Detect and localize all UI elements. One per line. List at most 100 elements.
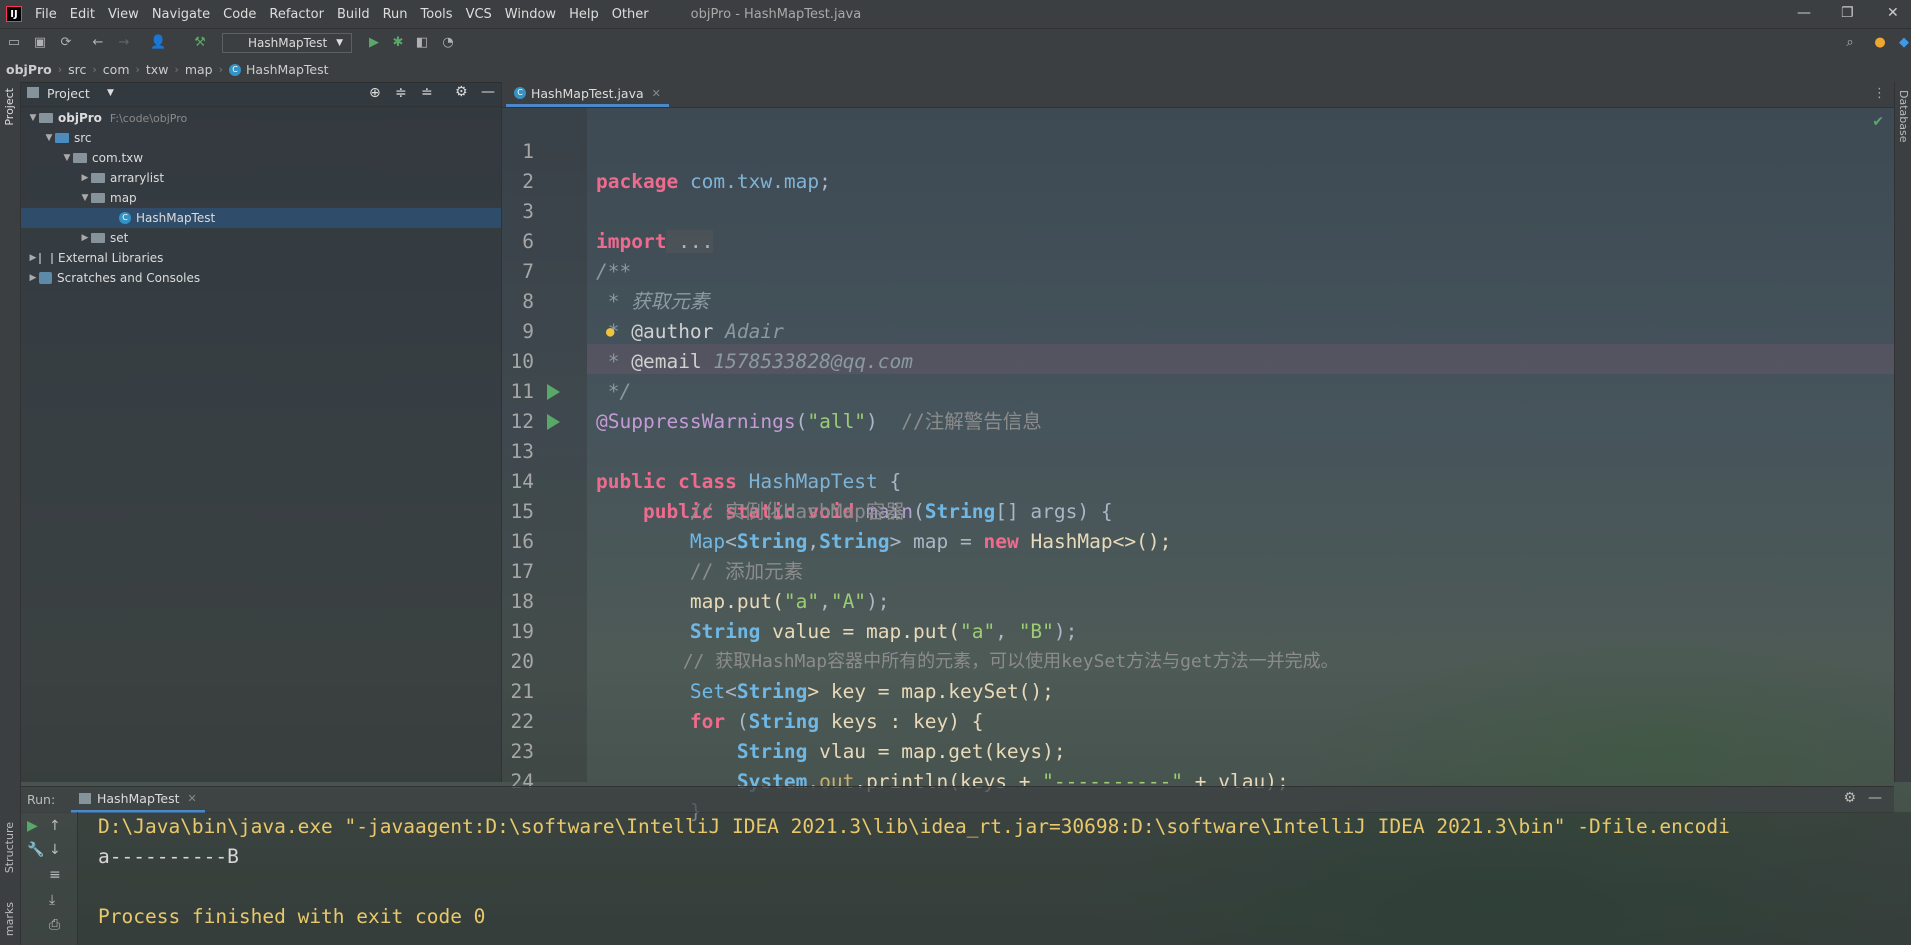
hide-panel-icon[interactable]: — — [1868, 790, 1882, 806]
run-config-icon — [79, 793, 91, 804]
gear-icon[interactable]: ⚙ — [455, 84, 468, 100]
run-configuration-select[interactable]: HashMapTest ▼ — [222, 33, 352, 53]
expand-all-icon[interactable]: ≑ — [395, 85, 407, 101]
back-icon[interactable]: ← — [90, 35, 106, 51]
tree-item-scratches[interactable]: ▶ Scratches and Consoles — [27, 268, 201, 288]
menu-file[interactable]: File — [35, 7, 57, 22]
database-tool-button[interactable]: Database — [1897, 90, 1910, 143]
tree-item-objpro[interactable]: ▼ objPro F:\code\objPro — [27, 108, 188, 128]
breadcrumb-com[interactable]: com — [97, 62, 136, 77]
structure-tool-button[interactable]: Structure — [3, 822, 16, 873]
restore-icon[interactable]: ❐ — [1841, 5, 1854, 21]
menu-view[interactable]: View — [108, 7, 139, 22]
debug-icon[interactable]: ✱ — [390, 35, 406, 51]
tree-item-external-libraries[interactable]: ▶ External Libraries — [27, 248, 164, 268]
tab-label: HashMapTest.java — [531, 85, 644, 101]
breadcrumb-map[interactable]: map — [179, 62, 219, 77]
menu-bar: IJ File Edit View Navigate Code Refactor… — [0, 0, 1911, 28]
wrench-icon[interactable]: 🔧 — [27, 842, 44, 858]
project-tool-button[interactable]: Project — [3, 88, 16, 126]
code-line: 19 // 获取HashMap容器中所有的元素，可以使用keySet方法与get… — [502, 587, 1894, 672]
run-gutter-icon[interactable] — [547, 414, 560, 430]
chevron-down-icon: ▼ — [81, 193, 89, 203]
chevron-right-icon: ▶ — [81, 233, 89, 243]
rerun-icon[interactable]: ▶ — [27, 818, 38, 834]
right-tool-stripe: Database — [1894, 82, 1911, 782]
coverage-icon[interactable]: ◧ — [414, 35, 430, 51]
breadcrumb-src[interactable]: src — [62, 62, 92, 77]
locate-icon[interactable]: ⊕ — [369, 85, 381, 101]
menu-refactor[interactable]: Refactor — [269, 7, 324, 22]
menu-other[interactable]: Other — [612, 7, 649, 22]
java-class-icon: C — [229, 63, 242, 76]
chevron-down-icon[interactable]: ▼ — [107, 88, 114, 98]
window-title: objPro - HashMapTest.java — [690, 6, 862, 22]
close-tab-icon[interactable]: ✕ — [652, 87, 661, 100]
soft-wrap-icon[interactable]: ≡ — [49, 867, 61, 883]
breadcrumb: objPro › src › com › txw › map › C HashMapTest — [0, 57, 1911, 83]
search-icon[interactable]: ⌕ — [1842, 35, 1858, 51]
source-folder-icon — [55, 133, 69, 143]
scratches-icon — [39, 272, 52, 284]
module-folder-icon — [39, 113, 53, 123]
plugin-icon[interactable]: ◆ — [1896, 35, 1911, 51]
code-editor[interactable]: C HashMapTest.java ✕ ⋮ ✔ 1 package com.t… — [502, 82, 1894, 823]
more-tabs-icon[interactable]: ⋮ — [1873, 86, 1886, 101]
user-icon[interactable]: 👤 — [150, 35, 166, 51]
run-icon[interactable]: ▶ — [366, 35, 382, 51]
collapse-all-icon[interactable]: ≐ — [421, 85, 433, 101]
profile-icon[interactable]: ◔ — [440, 35, 456, 51]
arrow-up-icon[interactable]: ↑ — [49, 818, 61, 834]
tree-item-map[interactable]: ▼ map — [79, 188, 137, 208]
code-line: 21 for (String keys : key) { — [502, 647, 1894, 733]
tree-item-label: HashMapTest — [136, 211, 216, 225]
menu-window[interactable]: Window — [505, 7, 556, 22]
close-tab-icon[interactable]: ✕ — [188, 792, 197, 805]
build-hammer-icon[interactable]: ⚒ — [192, 35, 208, 51]
menu-run[interactable]: Run — [383, 7, 408, 22]
breadcrumb-txw[interactable]: txw — [140, 62, 175, 77]
scroll-to-end-icon[interactable]: ⤓ — [49, 892, 55, 908]
menu-build[interactable]: Build — [337, 7, 370, 22]
open-folder-icon[interactable]: ▭ — [6, 35, 22, 51]
minimize-icon[interactable]: — — [1797, 5, 1811, 21]
gear-icon[interactable]: ⚙ — [1843, 790, 1856, 806]
menu-help[interactable]: Help — [569, 7, 599, 22]
arrow-down-icon[interactable]: ↓ — [49, 842, 61, 858]
editor-tab-hashmaptest[interactable]: C HashMapTest.java ✕ — [506, 82, 669, 107]
tree-item-src[interactable]: ▼ src — [43, 128, 92, 148]
sync-icon[interactable]: ⟳ — [58, 35, 74, 51]
tree-item-label: External Libraries — [58, 251, 164, 265]
save-all-icon[interactable]: ▣ — [32, 35, 48, 51]
run-gutter-icon[interactable] — [547, 384, 560, 400]
tree-item-hashmaptest[interactable]: C HashMapTest — [21, 208, 501, 228]
editor-tab-bar: C HashMapTest.java ✕ ⋮ — [502, 82, 1894, 108]
console-line: D:\Java\bin\java.exe "-javaagent:D:\soft… — [98, 815, 1730, 838]
code-line: 8 * @author Adair — [502, 257, 1894, 343]
code-line: 20 Set<String> key = map.keySet(); — [502, 617, 1894, 703]
code-line: 25 } — [502, 767, 1894, 782]
print-icon[interactable]: ⎙ — [49, 917, 60, 933]
run-tab-hashmaptest[interactable]: HashMapTest ✕ — [71, 787, 205, 813]
update-icon[interactable]: ● — [1872, 35, 1888, 51]
menu-tools[interactable]: Tools — [421, 7, 453, 22]
breadcrumb-class[interactable]: HashMapTest — [246, 62, 335, 77]
menu-vcs[interactable]: VCS — [466, 7, 492, 22]
breadcrumb-project[interactable]: objPro — [0, 62, 58, 77]
run-console[interactable]: D:\Java\bin\java.exe "-javaagent:D:\soft… — [78, 812, 1911, 945]
tree-item-set[interactable]: ▶ set — [79, 228, 129, 248]
project-view-select[interactable]: Project — [47, 86, 90, 101]
bookmarks-tool-button[interactable]: marks — [3, 902, 16, 936]
menu-code[interactable]: Code — [223, 7, 256, 22]
hide-panel-icon[interactable]: — — [481, 84, 495, 100]
code-line: 1 package com.txw.map; — [502, 107, 1894, 193]
code-line: 24 } — [502, 737, 1894, 823]
menu-edit[interactable]: Edit — [70, 7, 95, 22]
tree-item-com-txw[interactable]: ▼ com.txw — [61, 148, 144, 168]
forward-icon[interactable]: → — [116, 35, 132, 51]
lightbulb-icon[interactable]: ● — [606, 317, 614, 347]
tree-item-arrarylist[interactable]: ▶ arrarylist — [79, 168, 165, 188]
close-icon[interactable]: ✕ — [1887, 5, 1899, 21]
chevron-down-icon: ▼ — [336, 38, 343, 48]
menu-navigate[interactable]: Navigate — [152, 7, 210, 22]
